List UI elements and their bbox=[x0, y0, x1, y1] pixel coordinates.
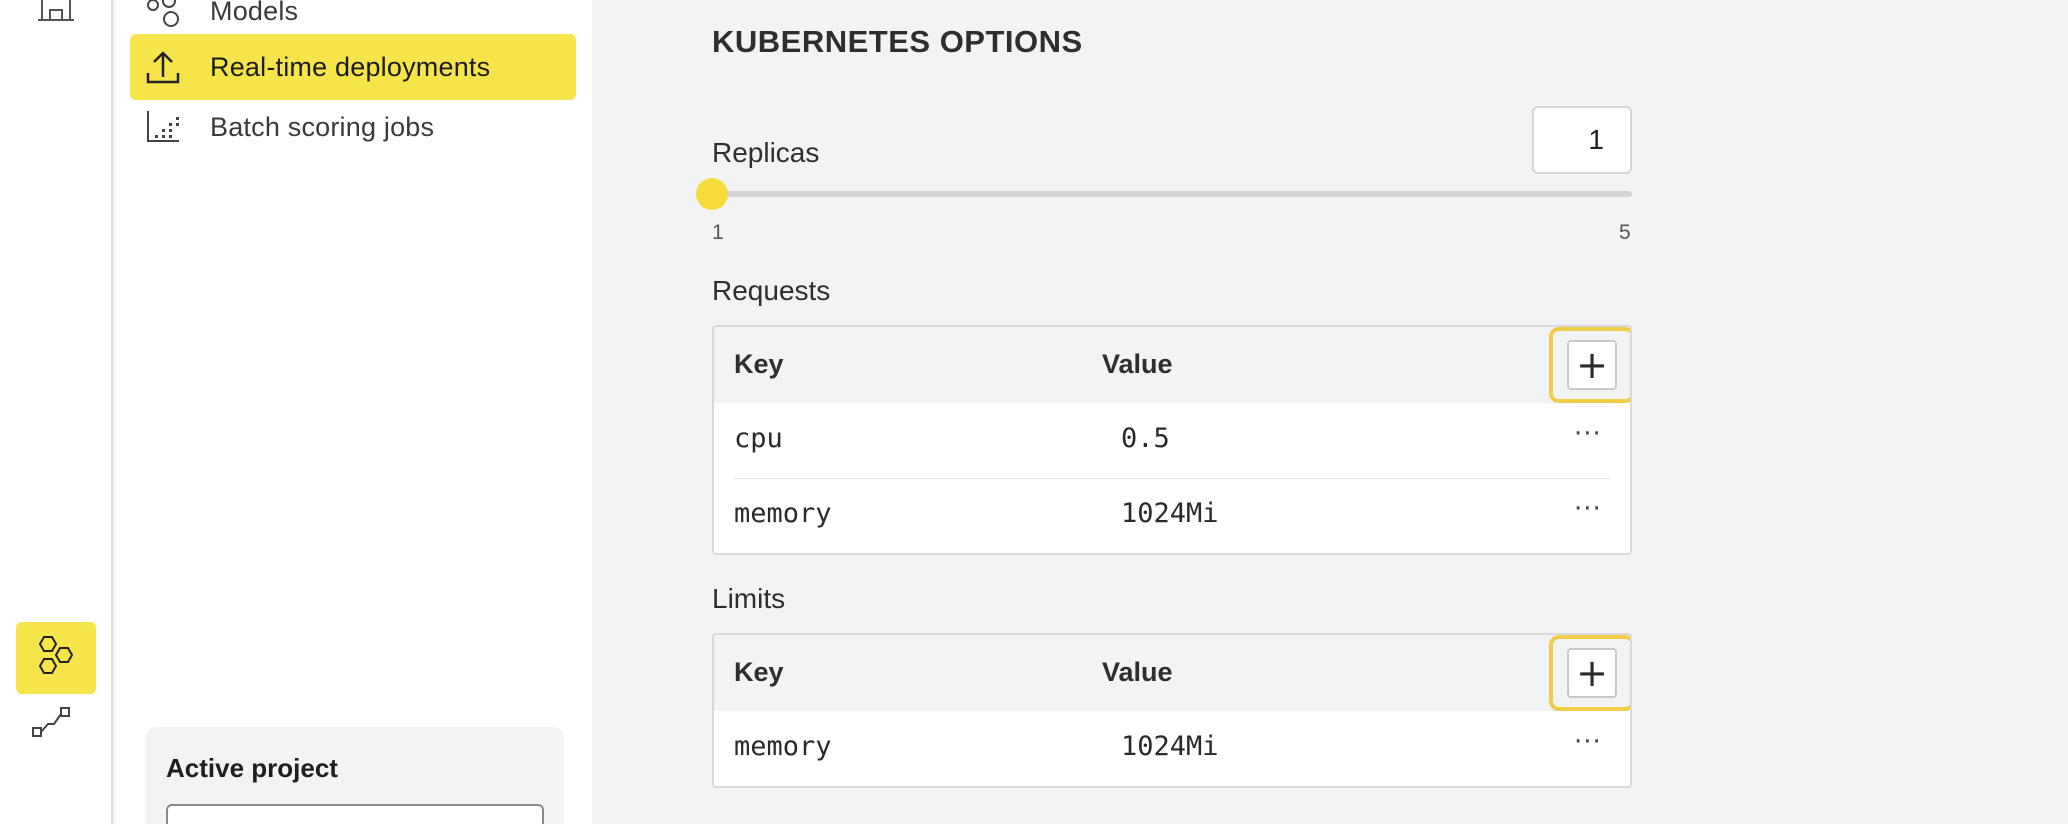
more-options-icon[interactable]: ··· bbox=[1574, 727, 1602, 757]
row-value: 1024Mi bbox=[1121, 731, 1219, 762]
apps-rail-button[interactable] bbox=[16, 622, 96, 694]
table-header: Key Value + bbox=[714, 635, 1630, 711]
requests-label: Requests bbox=[712, 275, 831, 306]
requests-table: Key Value + cpu 0.5 ··· memory 1024Mi ··… bbox=[712, 325, 1632, 555]
table-row: memory 1024Mi ··· bbox=[714, 478, 1630, 553]
hexagons-icon bbox=[34, 634, 78, 683]
active-project-select[interactable] bbox=[166, 804, 544, 824]
more-options-icon[interactable]: ··· bbox=[1574, 419, 1602, 449]
limits-label: Limits bbox=[712, 583, 786, 614]
row-key: memory bbox=[734, 731, 832, 762]
page-title: KUBERNETES OPTIONS bbox=[712, 24, 1083, 59]
key-column-header: Key bbox=[734, 657, 784, 687]
add-request-button[interactable]: + bbox=[1549, 327, 1630, 403]
sidebar-item-label: Batch scoring jobs bbox=[210, 111, 435, 142]
row-value: 1024Mi bbox=[1121, 498, 1219, 529]
replicas-slider-track[interactable] bbox=[712, 191, 1632, 197]
plus-icon: + bbox=[1567, 340, 1617, 390]
replicas-slider-thumb[interactable] bbox=[696, 178, 728, 210]
sidebar-item-real-time-deployments[interactable]: Real-time deployments bbox=[130, 34, 576, 100]
icon-rail bbox=[0, 0, 113, 824]
sidebar-nav: Models Real-time deployments Batch scori… bbox=[115, 0, 592, 824]
row-key: memory bbox=[734, 498, 832, 529]
pipeline-icon[interactable] bbox=[30, 704, 74, 740]
replicas-label: Replicas bbox=[712, 137, 820, 168]
limits-table: Key Value + memory 1024Mi ··· bbox=[712, 633, 1632, 788]
table-header: Key Value + bbox=[714, 327, 1630, 403]
main-content: KUBERNETES OPTIONS Replicas 1 5 Requests… bbox=[592, 0, 2068, 824]
sidebar-item-label: Real-time deployments bbox=[210, 51, 491, 82]
row-key: cpu bbox=[734, 423, 783, 454]
table-row: memory 1024Mi ··· bbox=[714, 711, 1630, 786]
upload-icon bbox=[130, 47, 196, 87]
add-limit-button[interactable]: + bbox=[1549, 635, 1630, 711]
plus-icon: + bbox=[1567, 648, 1617, 698]
key-column-header: Key bbox=[734, 349, 784, 379]
row-value: 0.5 bbox=[1121, 423, 1170, 454]
active-project-title: Active project bbox=[166, 753, 338, 783]
batch-chart-icon bbox=[130, 107, 196, 147]
slider-min-label: 1 bbox=[712, 221, 724, 244]
building-icon[interactable] bbox=[34, 0, 78, 24]
sidebar-item-batch-scoring-jobs[interactable]: Batch scoring jobs bbox=[130, 94, 576, 160]
models-icon bbox=[130, 0, 196, 31]
table-row: cpu 0.5 ··· bbox=[714, 403, 1630, 478]
replicas-input[interactable] bbox=[1532, 106, 1632, 174]
value-column-header: Value bbox=[1102, 657, 1173, 687]
slider-max-label: 5 bbox=[1619, 221, 1631, 244]
more-options-icon[interactable]: ··· bbox=[1574, 494, 1602, 524]
value-column-header: Value bbox=[1102, 349, 1173, 379]
sidebar-item-label: Models bbox=[210, 0, 299, 26]
active-project-panel: Active project bbox=[146, 727, 564, 824]
